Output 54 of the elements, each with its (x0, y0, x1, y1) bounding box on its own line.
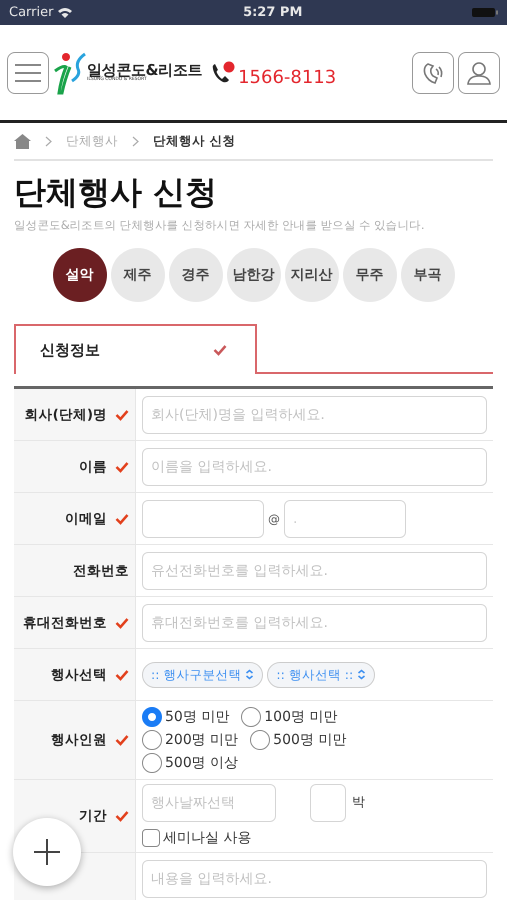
location-tab[interactable]: 무주 (342, 248, 396, 302)
field-label: 이메일 (64, 510, 107, 529)
field-label: 이름 (78, 458, 107, 477)
radio-option[interactable]: 500명 미만 (250, 730, 346, 751)
carrier-label: Carrier (9, 4, 54, 22)
input-field[interactable]: 이름을 입력하세요. (142, 448, 487, 486)
seminar-checkbox[interactable]: 세미나실 사용 (142, 828, 365, 849)
radio-option[interactable]: 50명 미만 (142, 706, 230, 728)
at-sign: @ (268, 510, 280, 528)
field-label: 회사(단체)명 (24, 406, 107, 425)
logo-figure-icon (53, 50, 87, 94)
chevron-right-icon (45, 136, 52, 146)
field-label: 기간 (78, 807, 107, 826)
location-tab[interactable]: 경주 (168, 248, 222, 302)
nights-field[interactable] (310, 784, 346, 822)
call-button[interactable] (412, 52, 454, 94)
location-tab[interactable]: 부곡 (400, 248, 454, 302)
input-field[interactable]: 회사(단체)명을 입력하세요. (142, 396, 487, 434)
radio-option[interactable]: 500명 이상 (142, 752, 238, 774)
location-tab[interactable]: 제주 (110, 248, 164, 302)
location-tab[interactable]: 남한강 (226, 248, 280, 302)
input-field[interactable]: 내용을 입력하세요. (142, 860, 487, 898)
location-tab[interactable]: 지리산 (284, 248, 338, 302)
input-field[interactable]: 휴대전화번호를 입력하세요. (142, 604, 487, 642)
battery-icon (472, 7, 498, 18)
clock: 5:27 PM (243, 4, 302, 22)
input-field[interactable]: 행사날짜선택 (142, 784, 276, 822)
chevron-up-down-icon (357, 669, 366, 680)
location-tab[interactable]: 설악 (52, 248, 106, 302)
field-label: 행사인원 (50, 731, 107, 750)
phone-icon (210, 60, 236, 84)
profile-button[interactable] (458, 52, 500, 94)
info-tab[interactable]: 신청정보 (14, 324, 257, 374)
radio-option[interactable]: 200명 미만 (142, 730, 238, 751)
chevron-up-down-icon (245, 669, 254, 680)
nights-unit: 박 (352, 794, 365, 812)
menu-icon (15, 62, 41, 82)
plus-icon (34, 839, 60, 865)
logo-text: 일성콘도&리조트 (87, 62, 202, 78)
phone-number: 1566-8113 (238, 66, 336, 90)
page-subtitle: 일성콘도&리조트의 단체행사를 신청하시면 자세한 안내를 받으실 수 있습니다. (14, 217, 426, 234)
wifi-icon (57, 6, 74, 18)
input-field[interactable]: 유선전화번호를 입력하세요. (142, 552, 487, 590)
page-title: 단체행사 신청 (14, 172, 218, 213)
field-label: 전화번호 (72, 562, 129, 581)
breadcrumb-item: 단체행사 신청 (153, 132, 236, 150)
radio-option[interactable]: 100명 미만 (241, 706, 338, 728)
field-label: 휴대전화번호 (22, 614, 107, 633)
home-icon (14, 134, 31, 148)
input-field[interactable] (142, 500, 264, 538)
field-label: 행사선택 (50, 666, 107, 685)
user-icon (466, 60, 492, 86)
chevron-right-icon (132, 136, 139, 146)
menu-button[interactable] (7, 52, 49, 94)
